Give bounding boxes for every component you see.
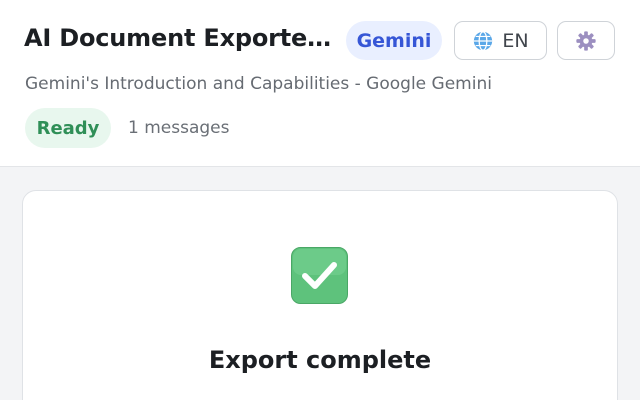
globe-icon [474, 30, 493, 51]
language-button[interactable]: EN [454, 21, 547, 60]
language-label: EN [502, 29, 529, 52]
app-title: AI Document Exporter Export [24, 24, 334, 52]
export-complete-title: Export complete [208, 346, 432, 374]
popup-header: AI Document Exporter Export Gemini EN [0, 0, 640, 167]
settings-button[interactable] [557, 21, 615, 60]
provider-badge: Gemini [346, 21, 442, 60]
gear-icon [576, 30, 596, 51]
message-count: 1 messages [128, 118, 230, 138]
conversation-title: Gemini's Introduction and Capabilities -… [25, 74, 492, 94]
status-badge: Ready [25, 108, 111, 148]
check-mark-icon [291, 247, 348, 304]
